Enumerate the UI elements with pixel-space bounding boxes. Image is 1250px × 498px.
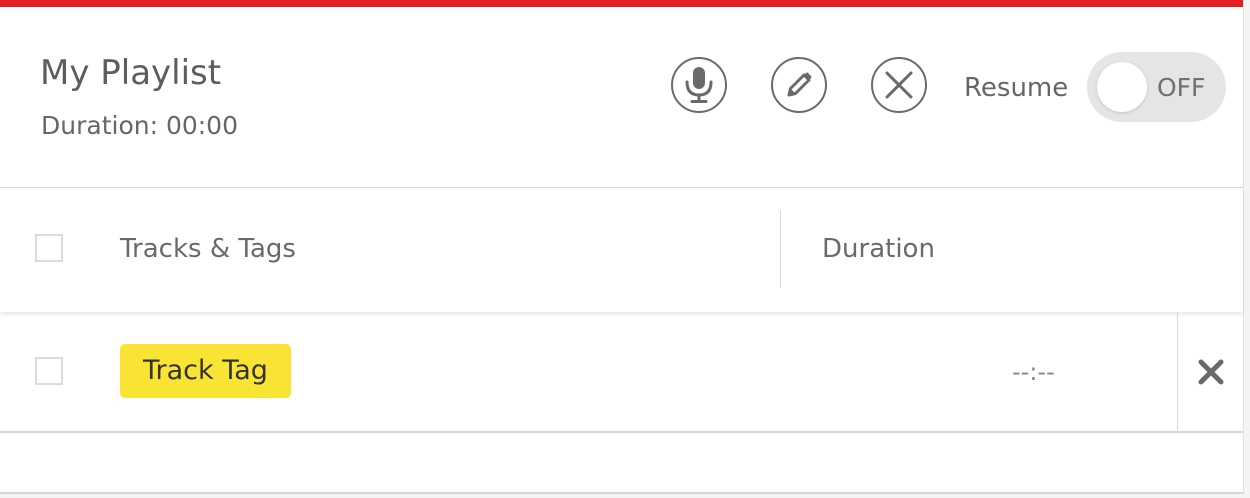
microphone-icon (685, 67, 713, 103)
column-header-tracks: Tracks & Tags (120, 234, 296, 264)
playlist-panel: My Playlist Duration: 00:00 Resume OFF T… (0, 0, 1244, 494)
pencil-icon (787, 72, 812, 97)
close-playlist-button[interactable] (871, 57, 927, 113)
toggle-state-label: OFF (1157, 73, 1206, 102)
playlist-header: My Playlist Duration: 00:00 Resume OFF (0, 7, 1243, 188)
row-duration: --:-- (1012, 358, 1055, 386)
microphone-button[interactable] (671, 57, 727, 113)
resume-toggle[interactable]: OFF (1087, 52, 1226, 122)
row-checkbox[interactable] (35, 357, 63, 385)
column-header-duration: Duration (822, 234, 935, 264)
playlist-duration: Duration: 00:00 (41, 111, 238, 140)
row-divider (1177, 313, 1178, 431)
toggle-knob (1097, 62, 1147, 112)
remove-row-button[interactable] (1193, 354, 1229, 390)
table-row: Track Tag --:-- (0, 313, 1243, 433)
table-header: Tracks & Tags Duration (0, 188, 1243, 312)
column-divider (780, 210, 781, 288)
resume-label: Resume (964, 73, 1069, 103)
playlist-title: My Playlist (40, 53, 222, 93)
x-icon (1198, 359, 1224, 385)
edit-button[interactable] (771, 57, 827, 113)
track-tag[interactable]: Track Tag (120, 344, 291, 398)
close-circle-icon (885, 71, 913, 99)
accent-bar (0, 0, 1243, 7)
select-all-checkbox[interactable] (35, 234, 63, 262)
